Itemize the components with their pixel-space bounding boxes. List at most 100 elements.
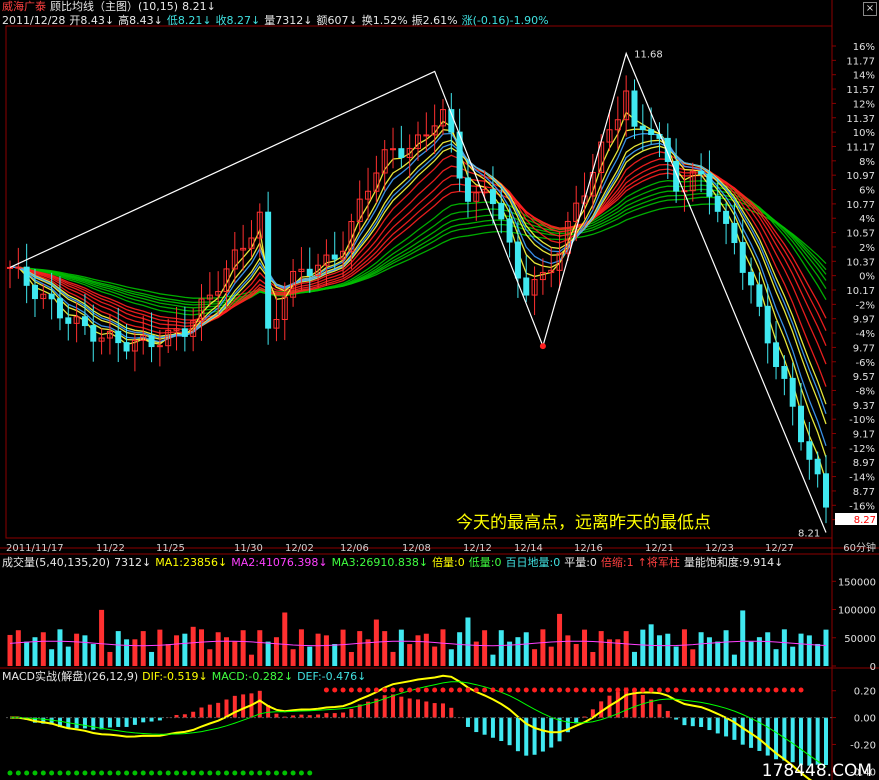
macd-histogram-bar [799, 717, 804, 765]
volume-header: 成交量(5,40,135,20) 7312↓ MA1:23856↓ MA2:41076… [2, 556, 787, 569]
macd-red-dot [798, 687, 804, 693]
volume-bar [265, 641, 271, 666]
macd-histogram-bar [807, 717, 812, 766]
volume-bar [798, 633, 804, 666]
macd-histogram-bar [715, 717, 720, 734]
macd-green-dot [290, 770, 296, 776]
macd-red-dot [457, 687, 463, 693]
candle-body [23, 266, 30, 286]
macd-red-dot [681, 687, 687, 693]
macd-red-dot [740, 687, 746, 693]
macd-green-dot [265, 770, 271, 776]
candle-body [31, 284, 38, 300]
candle-body [48, 293, 55, 300]
time-axis-label: 11/25 [156, 543, 185, 554]
guppy-long-ma-line [10, 179, 827, 316]
macd-green-dot [248, 770, 254, 776]
macd-histogram-bar [407, 698, 412, 718]
volume-bar [49, 649, 55, 666]
time-axis-label: 12/16 [574, 543, 603, 554]
macd-red-dot [765, 687, 771, 693]
time-axis-label: 12/23 [705, 543, 734, 554]
guppy-blue-ma-line [10, 132, 827, 447]
macd-histogram-bar [740, 717, 745, 745]
time-axis-label: 12/02 [285, 543, 314, 554]
macd-histogram-bar [191, 711, 196, 718]
volume-bar [748, 641, 754, 666]
volume-bairi: 百日地量:0 [505, 556, 561, 569]
time-axis-label: 2011/11/17 [6, 543, 64, 554]
volume-bar [74, 633, 80, 666]
volume-jiang: ↑将军柱 [637, 556, 680, 569]
macd-green-dot [223, 770, 229, 776]
volume-bar [656, 635, 662, 666]
indicator-name: 顾比均线（主图）(10,15) [50, 0, 179, 13]
macd-histogram-bar [91, 717, 96, 730]
percent-tick-label: 10% [853, 128, 875, 139]
macd-histogram-bar [657, 704, 662, 718]
volume-bar [57, 629, 63, 666]
macd-axis-label: 0.20 [854, 687, 876, 698]
macd-green-dot [7, 770, 13, 776]
volume-bar [465, 617, 471, 666]
volume-bar [140, 631, 146, 666]
chart-canvas[interactable]: 16% 11.77 14% 11.57 12% 11.37 10% 11.17 8% 10.97 6… [0, 0, 879, 780]
macd-histogram-bar [465, 717, 470, 727]
volume-bar [665, 633, 671, 666]
volume-bar [715, 641, 721, 666]
volume-ping: 平量:0 [564, 556, 597, 569]
close-icon[interactable]: × [863, 2, 877, 16]
guppy-long-ma-line [10, 188, 827, 309]
price-tick-label: 10.57 [846, 229, 875, 240]
macd-histogram-bar [241, 694, 246, 718]
macd-histogram-bar [824, 717, 828, 766]
macd-histogram-bar [682, 717, 687, 726]
volume-bar [706, 637, 712, 666]
macd-red-dot [640, 687, 646, 693]
volume-bar [548, 646, 554, 666]
macd-header: MACD实战(解盘)(26,12,9) DIF:-0.519↓ MACD:-0.28… [2, 670, 370, 683]
volume-di: 低量:0 [468, 556, 502, 569]
macd-red-dot [773, 687, 779, 693]
volume-bar [790, 646, 796, 666]
macd-histogram-bar [540, 717, 545, 752]
macd-axis-label: 0.00 [854, 714, 876, 725]
candle-body [523, 277, 530, 296]
turnover-value: 换1.52% [361, 14, 408, 27]
price-tick-label: 9.37 [853, 401, 875, 412]
percent-tick-label: -12% [849, 444, 875, 455]
macd-histogram-bar [224, 699, 229, 718]
volume-bar [823, 629, 829, 666]
volume-bar [598, 631, 604, 666]
macd-histogram-bar [141, 717, 146, 723]
volume-bar [731, 654, 737, 666]
last-price: 8.21↓ [182, 0, 216, 13]
macd-histogram-bar [232, 695, 237, 718]
volume-bar [773, 649, 779, 666]
macd-red-dot [540, 687, 546, 693]
macd-green-dot [132, 770, 138, 776]
macd-green-dot [190, 770, 196, 776]
volume-bar [190, 626, 196, 666]
volume-bar [323, 635, 329, 666]
time-axis-label: 12/08 [402, 543, 431, 554]
volume-bar [765, 632, 771, 666]
candle-body [798, 405, 805, 443]
percent-tick-label: -10% [849, 415, 875, 426]
macd-histogram-bar [507, 717, 512, 746]
macd-red-dot [548, 687, 554, 693]
time-axis-label: 12/12 [463, 543, 492, 554]
volume-bar [623, 631, 629, 666]
volume-axis-label: 100000 [838, 606, 876, 617]
price-tick-label: 8.97 [853, 458, 875, 469]
low-label: 8.21 [798, 528, 820, 539]
macd-green-dot [15, 770, 21, 776]
percent-tick-label: -14% [849, 473, 875, 484]
macd-histogram-bar [765, 717, 770, 756]
macd-histogram-bar [416, 699, 420, 718]
volume-bar [182, 633, 188, 666]
volume-bar [815, 643, 821, 666]
volume-bar [432, 646, 438, 666]
candle-body [773, 342, 780, 368]
volume-bar [282, 612, 288, 666]
